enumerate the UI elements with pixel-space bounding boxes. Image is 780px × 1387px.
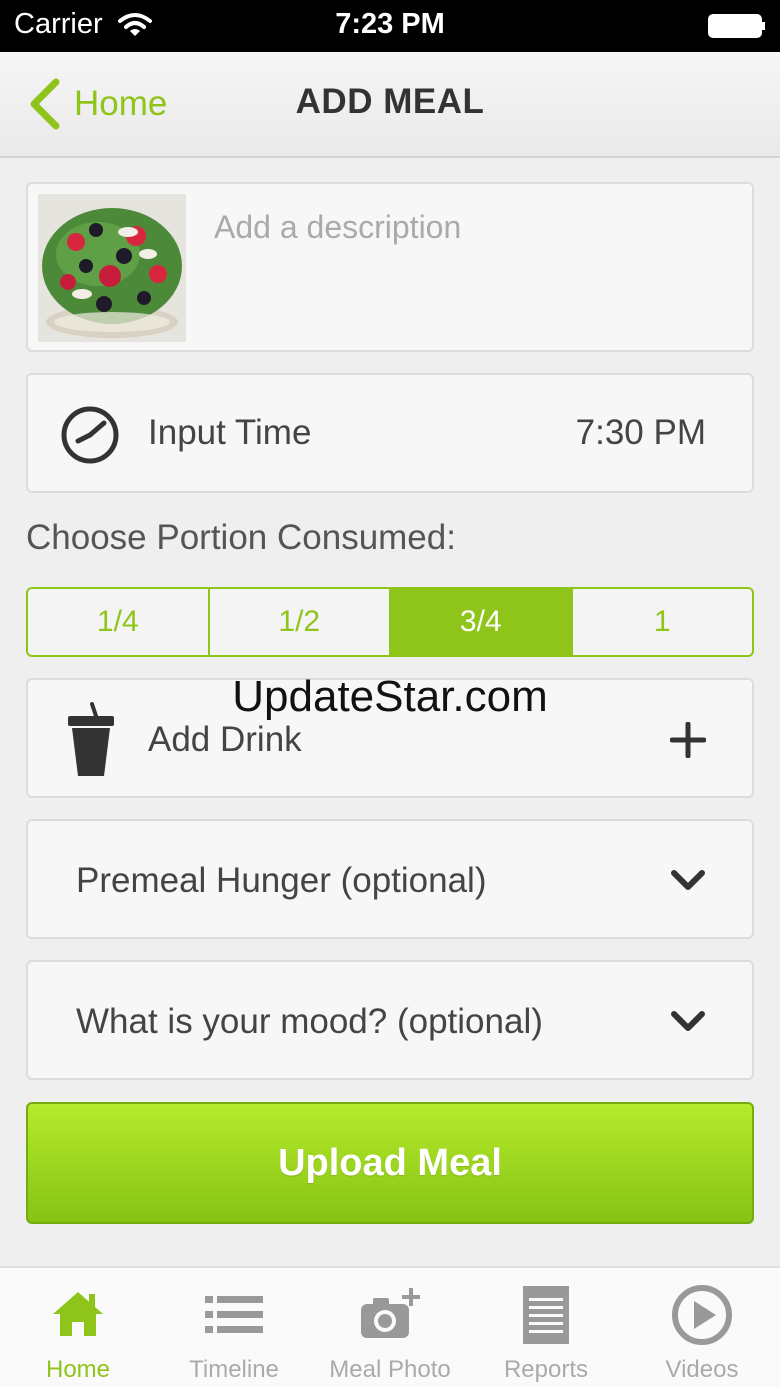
portion-option-three-quarters[interactable]: 3/4 <box>391 589 573 655</box>
tab-videos[interactable]: Videos <box>624 1268 780 1387</box>
add-drink-row[interactable]: Add Drink <box>26 678 754 798</box>
portion-segmented-control: 1/4 1/2 3/4 1 <box>26 587 754 657</box>
premeal-hunger-dropdown[interactable]: Premeal Hunger (optional) <box>26 819 754 939</box>
battery-icon <box>708 14 765 38</box>
portion-option-full[interactable]: 1 <box>573 589 753 655</box>
page-title: ADD MEAL <box>295 82 485 121</box>
portion-label: Choose Portion Consumed: <box>26 518 456 557</box>
input-time-row[interactable]: Input Time 7:30 PM <box>26 373 754 493</box>
salad-image <box>38 194 186 342</box>
plus-icon[interactable] <box>670 722 706 758</box>
add-drink-label: Add Drink <box>148 720 302 759</box>
premeal-hunger-label: Premeal Hunger (optional) <box>76 861 487 900</box>
tab-bar: Home Timeline Meal Photo Reports Videos <box>0 1266 780 1387</box>
portion-option-half[interactable]: 1/2 <box>210 589 391 655</box>
play-icon <box>672 1285 732 1345</box>
status-bar: Carrier 7:23 PM <box>0 0 780 52</box>
cup-icon <box>68 702 114 776</box>
camera-add-icon <box>361 1288 420 1338</box>
list-icon <box>205 1296 263 1333</box>
portion-option-quarter[interactable]: 1/4 <box>28 589 210 655</box>
report-icon <box>523 1286 569 1344</box>
mood-label: What is your mood? (optional) <box>76 1002 543 1041</box>
tab-reports-label: Reports <box>503 1356 589 1383</box>
tab-timeline[interactable]: Timeline <box>156 1268 312 1387</box>
description-input[interactable] <box>214 202 734 252</box>
chevron-down-icon <box>671 870 705 890</box>
meal-photo[interactable] <box>38 194 186 342</box>
input-time-value: 7:30 PM <box>575 413 706 452</box>
upload-meal-button[interactable]: Upload Meal <box>26 1102 754 1224</box>
tab-meal-photo-label: Meal Photo <box>329 1356 451 1383</box>
tab-meal-photo[interactable]: Meal Photo <box>312 1268 468 1387</box>
input-time-label: Input Time <box>148 413 312 452</box>
tab-home[interactable]: Home <box>0 1268 156 1387</box>
mood-dropdown[interactable]: What is your mood? (optional) <box>26 960 754 1080</box>
nav-bar: Home ADD MEAL <box>0 52 780 158</box>
tab-videos-label: Videos <box>665 1356 739 1383</box>
clock-icon <box>61 406 119 464</box>
tab-timeline-label: Timeline <box>189 1356 279 1383</box>
chevron-down-icon <box>671 1011 705 1031</box>
description-card <box>26 182 754 352</box>
tab-home-label: Home <box>45 1356 111 1383</box>
status-time: 7:23 PM <box>335 8 445 40</box>
home-icon <box>53 1292 103 1336</box>
tab-reports[interactable]: Reports <box>468 1268 624 1387</box>
